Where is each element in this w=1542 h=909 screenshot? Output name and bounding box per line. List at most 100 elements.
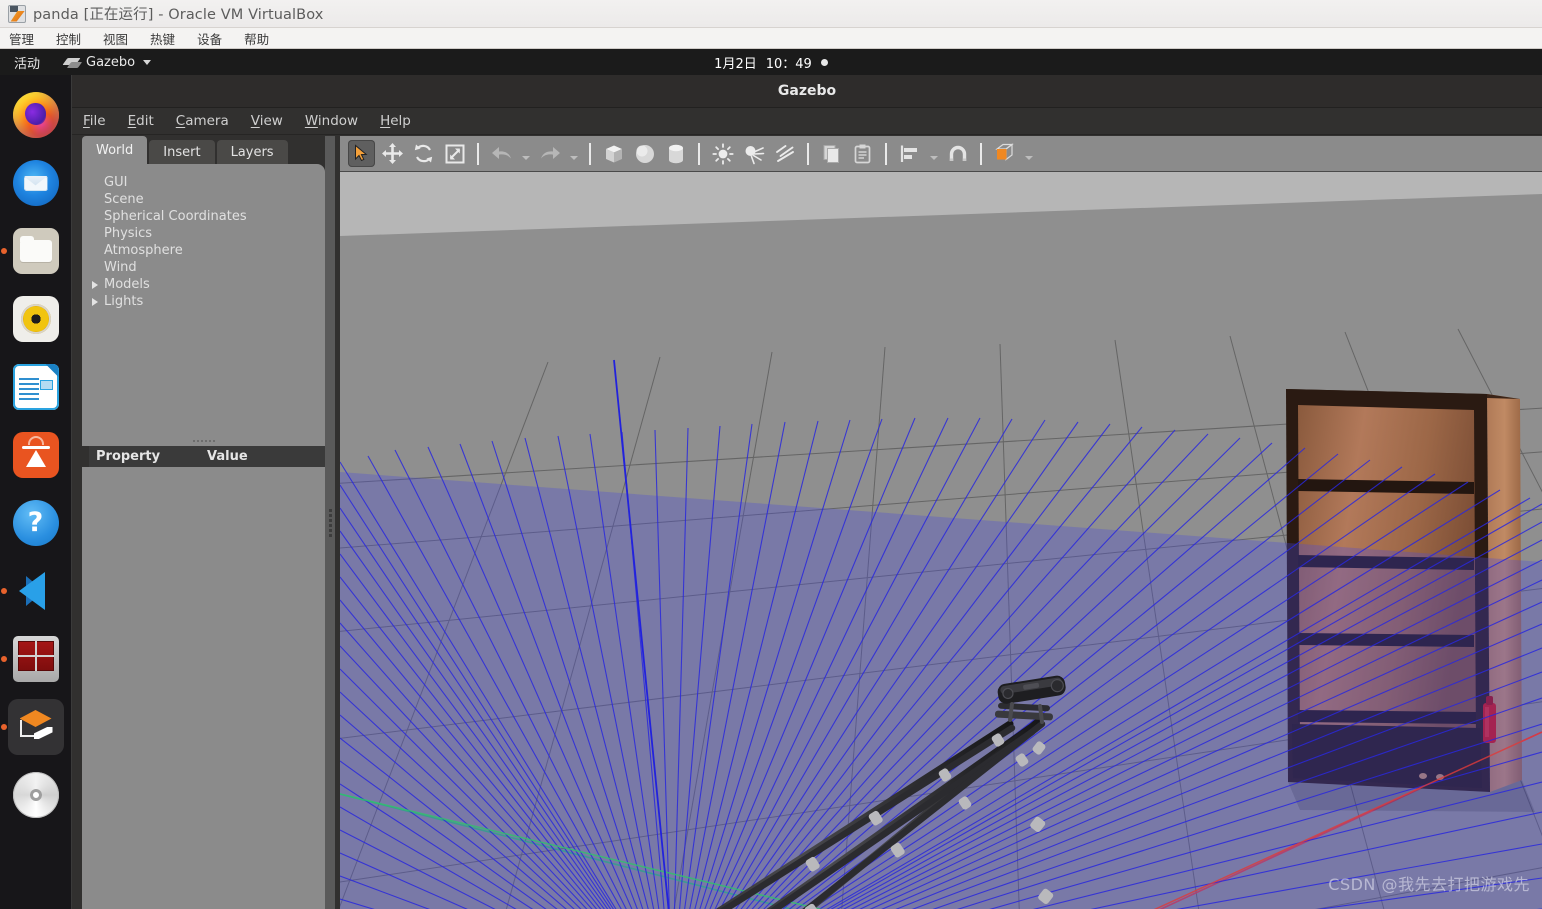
3d-viewport[interactable]: CSDN @我先去打把游戏先 [340, 172, 1542, 909]
dock-item-vscode[interactable] [0, 563, 64, 619]
align-dropdown[interactable] [927, 140, 940, 167]
dock-item-help[interactable]: ? [8, 495, 64, 551]
vertical-splitter-handle[interactable] [325, 136, 335, 909]
property-table-header: Property Value [89, 446, 325, 467]
translate-mode-button[interactable] [379, 140, 406, 167]
paste-button[interactable] [849, 140, 876, 167]
tree-item-scene[interactable]: Scene [82, 191, 325, 208]
toolbar-separator [885, 142, 887, 165]
scene-render [340, 172, 1542, 909]
menu-window[interactable]: Window [305, 113, 358, 129]
vbox-menu-manage[interactable]: 管理 [9, 29, 34, 48]
toolbar-separator [477, 142, 479, 165]
files-icon [12, 228, 59, 274]
undo-button[interactable] [488, 140, 515, 167]
horizontal-splitter-handle[interactable] [82, 436, 325, 446]
chevron-right-icon[interactable] [92, 280, 104, 289]
virtualbox-title: panda [正在运行] - Oracle VM VirtualBox [33, 7, 324, 23]
menu-camera[interactable]: Camera [176, 113, 229, 129]
gazebo-icon [13, 704, 59, 750]
menu-help[interactable]: Help [380, 113, 411, 129]
gazebo-toolbar [340, 136, 1542, 172]
view-angle-button[interactable] [991, 140, 1018, 167]
gazebo-body: World Insert Layers GUI Scene Spherical … [72, 136, 1542, 909]
copy-button[interactable] [818, 140, 845, 167]
menu-edit[interactable]: Edit [128, 113, 154, 129]
tree-item-label: GUI [104, 175, 128, 190]
vbox-menu-view[interactable]: 视图 [103, 29, 128, 48]
vbox-menu-help[interactable]: 帮助 [244, 29, 269, 48]
disk-icon [12, 772, 59, 818]
menu-view[interactable]: View [251, 113, 283, 129]
tree-item-atmosphere[interactable]: Atmosphere [82, 242, 325, 259]
tree-item-models[interactable]: Models [82, 276, 325, 293]
insert-box-button[interactable] [600, 140, 627, 167]
align-button[interactable] [896, 140, 923, 167]
scale-mode-button[interactable] [441, 140, 468, 167]
rotate-mode-button[interactable] [410, 140, 437, 167]
help-icon: ? [12, 500, 59, 546]
chevron-right-icon[interactable] [92, 297, 104, 306]
dock-item-disk[interactable] [8, 767, 64, 823]
libreoffice-writer-icon [12, 364, 59, 410]
gazebo-icon [62, 56, 83, 69]
dock-item-firefox[interactable] [8, 87, 64, 143]
tree-item-wind[interactable]: Wind [82, 259, 325, 276]
select-mode-button[interactable] [348, 140, 375, 167]
undo-dropdown[interactable] [519, 140, 532, 167]
running-indicator-dot [0, 724, 7, 730]
window-title: Gazebo [777, 83, 837, 99]
left-panel: World Insert Layers GUI Scene Spherical … [82, 136, 335, 909]
dock-item-rhythmbox[interactable] [8, 291, 64, 347]
vbox-menu-control[interactable]: 控制 [56, 29, 81, 48]
tab-world[interactable]: World [82, 136, 148, 164]
dock-item-thunderbird[interactable] [8, 155, 64, 211]
vbox-menu-hotkeys[interactable]: 热键 [150, 29, 175, 48]
gazebo-menubar: File Edit Camera View Window Help [72, 108, 1542, 135]
redo-dropdown[interactable] [567, 140, 580, 167]
column-header-property: Property [96, 449, 161, 464]
dock-item-ubuntu-software[interactable] [8, 427, 64, 483]
column-header-value: Value [207, 449, 248, 464]
vbox-menu-devices[interactable]: 设备 [197, 29, 222, 48]
running-indicator-dot [0, 656, 7, 662]
clock-date: 1月2日 [714, 56, 757, 72]
tree-item-label: Atmosphere [104, 243, 183, 258]
tree-item-lights[interactable]: Lights [82, 293, 325, 310]
tree-item-spherical-coordinates[interactable]: Spherical Coordinates [82, 208, 325, 225]
tree-item-label: Physics [104, 226, 153, 241]
vscode-icon [13, 568, 59, 614]
insert-spot-light-button[interactable] [740, 140, 767, 167]
watermark: CSDN @我先去打把游戏先 [1328, 875, 1530, 894]
ubuntu-software-icon [12, 432, 59, 478]
tab-insert[interactable]: Insert [149, 140, 215, 164]
tree-item-gui[interactable]: GUI [82, 174, 325, 191]
toolbar-separator [698, 142, 700, 165]
dock-item-libreoffice-writer[interactable] [8, 359, 64, 415]
toolbar-separator [589, 142, 591, 165]
app-menu-button[interactable]: Gazebo [62, 54, 152, 70]
redo-button[interactable] [536, 140, 563, 167]
virtualbox-icon [8, 4, 26, 23]
property-table-body[interactable] [82, 467, 325, 909]
activities-button[interactable]: 活动 [0, 53, 52, 72]
insert-directional-light-button[interactable] [771, 140, 798, 167]
dock-item-gazebo[interactable] [0, 699, 64, 755]
gnome-top-bar: 活动 Gazebo 1月2日 10：49 [0, 49, 1542, 75]
clock-area[interactable]: 1月2日 10：49 [0, 49, 1542, 75]
terminal-icon [12, 636, 59, 682]
menu-file[interactable]: File [83, 113, 106, 129]
tree-item-physics[interactable]: Physics [82, 225, 325, 242]
view-angle-dropdown[interactable] [1022, 140, 1035, 167]
dock-item-files[interactable] [0, 223, 64, 279]
dock-item-terminator[interactable] [0, 631, 64, 687]
app-menu-label: Gazebo [86, 54, 136, 70]
insert-cylinder-button[interactable] [662, 140, 689, 167]
snap-button[interactable] [944, 140, 971, 167]
world-tree[interactable]: GUI Scene Spherical Coordinates Physics … [82, 164, 325, 436]
insert-sphere-button[interactable] [631, 140, 658, 167]
panel-tabs: World Insert Layers [82, 136, 335, 164]
running-indicator-dot [0, 248, 7, 254]
tab-layers[interactable]: Layers [216, 140, 288, 164]
insert-point-light-button[interactable] [709, 140, 736, 167]
